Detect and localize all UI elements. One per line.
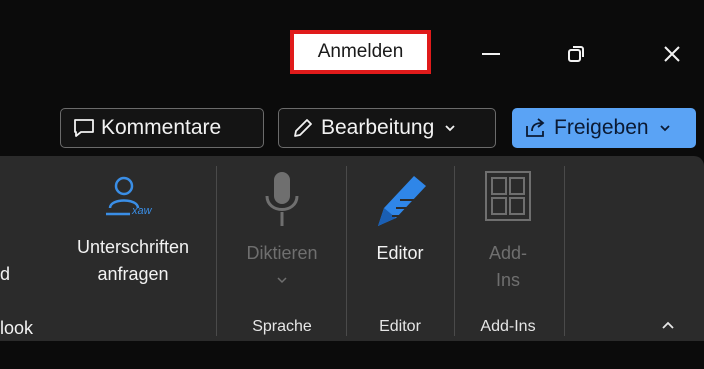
add-ins-label: Add- Ins (488, 243, 528, 290)
chevron-down-icon (277, 277, 287, 284)
svg-text:xaw: xaw (131, 205, 153, 217)
chevron-up-icon (662, 321, 674, 329)
partial-label-line1: d (0, 264, 11, 284)
minimize-icon (482, 53, 500, 55)
minimize-button[interactable] (470, 34, 512, 74)
close-button[interactable] (651, 34, 693, 74)
group-separator (216, 166, 217, 336)
editing-label: Bearbeitung (321, 116, 435, 139)
close-icon (664, 46, 680, 62)
group-separator (346, 166, 347, 336)
editing-mode-button[interactable]: Bearbeitung (278, 108, 496, 148)
share-icon (526, 118, 545, 137)
group-label-add-ins: Add-Ins (480, 318, 536, 335)
sign-in-button[interactable]: Anmelden (290, 30, 431, 74)
group-label-editor: Editor (379, 318, 421, 335)
share-button[interactable]: Freigeben (512, 108, 696, 148)
microphone-icon (265, 172, 299, 226)
ribbon-bottom-edge (0, 341, 704, 352)
comments-label: Kommentare (101, 116, 222, 139)
group-separator (564, 166, 565, 336)
collapse-ribbon-button[interactable] (652, 312, 684, 338)
restore-button[interactable] (555, 34, 597, 74)
group-separator (454, 166, 455, 336)
signature-icon: xaw (106, 176, 153, 217)
editor-button[interactable]: Editor (352, 164, 448, 304)
share-label: Freigeben (554, 116, 649, 139)
pencil-icon (294, 119, 312, 137)
restore-icon (568, 46, 584, 62)
request-signatures-label: Unterschriften anfragen (76, 237, 190, 284)
chevron-down-icon (659, 125, 670, 132)
group-label-sprache: Sprache (252, 318, 312, 335)
editor-pen-icon (378, 176, 426, 226)
partial-ribbon-button[interactable]: d look (0, 234, 48, 369)
add-ins-button[interactable]: Add- Ins (460, 164, 556, 304)
dictate-button[interactable]: Diktieren (224, 164, 340, 304)
add-ins-grid-icon (485, 171, 531, 221)
dictate-label: Diktieren (246, 243, 318, 263)
request-signatures-button[interactable]: xaw Unterschriften anfragen (58, 164, 208, 304)
comment-icon (74, 119, 94, 137)
chevron-down-icon (445, 125, 455, 132)
editor-label: Editor (376, 243, 424, 263)
partial-label-line2: look (0, 318, 34, 338)
comments-button[interactable]: Kommentare (60, 108, 264, 148)
